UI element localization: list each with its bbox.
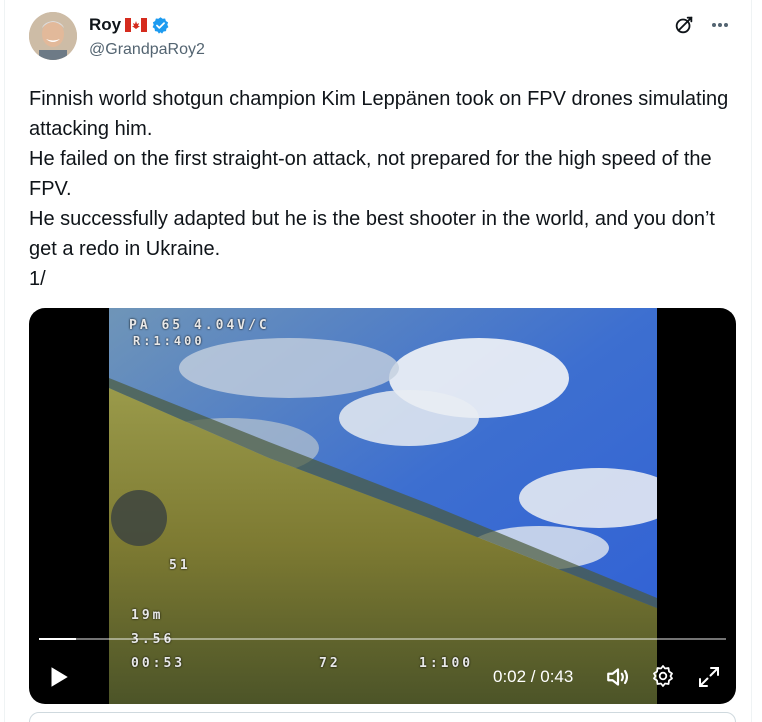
quoted-card-edge[interactable] — [29, 712, 736, 722]
video-frame[interactable]: PA 65 4.04V/C R:1:400 51 19m 3.56 00:53 … — [109, 308, 657, 704]
more-icon[interactable] — [709, 14, 731, 36]
osd-speed: 72 — [319, 656, 341, 671]
volume-icon[interactable] — [605, 664, 631, 690]
canada-flag-icon — [125, 18, 148, 32]
avatar[interactable] — [29, 12, 77, 60]
video-frame-image — [109, 308, 657, 704]
play-icon[interactable] — [45, 664, 71, 690]
tweet-text: Finnish world shotgun champion Kim Leppä… — [29, 84, 739, 294]
video-time: 0:02 / 0:43 — [493, 667, 574, 686]
fullscreen-icon[interactable] — [697, 665, 721, 689]
osd-alt: 19m — [131, 608, 164, 623]
video-progress-bar[interactable] — [39, 638, 726, 640]
tweet-card: Roy @GrandpaRoy2 Finnish world shotgun c… — [4, 0, 752, 722]
tweet-text-line: 1/ — [29, 268, 46, 290]
display-name[interactable]: Roy — [89, 15, 121, 35]
avatar-image — [29, 12, 77, 60]
tweet-top-actions — [673, 14, 731, 36]
osd-top-sub: R:1:400 — [133, 334, 205, 348]
video-progress-fill — [39, 638, 77, 640]
osd-top-status: PA 65 4.04V/C — [129, 318, 270, 333]
osd-timer: 00:53 — [131, 656, 186, 671]
tweet-text-line: He successfully adapted but he is the be… — [29, 208, 715, 260]
author-name-row[interactable]: Roy — [89, 15, 170, 35]
tweet-text-line: He failed on the first straight-on attac… — [29, 148, 712, 200]
grok-icon[interactable] — [673, 14, 695, 36]
osd-mid-value: 51 — [169, 558, 191, 573]
osd-right-bottom: 1:100 — [419, 656, 474, 671]
tweet-text-line: Finnish world shotgun champion Kim Leppä… — [29, 88, 729, 140]
settings-icon[interactable] — [651, 664, 675, 688]
video-player[interactable]: PA 65 4.04V/C R:1:400 51 19m 3.56 00:53 … — [29, 308, 736, 704]
author-handle[interactable]: @GrandpaRoy2 — [89, 41, 205, 59]
verified-badge-icon[interactable] — [151, 16, 170, 35]
